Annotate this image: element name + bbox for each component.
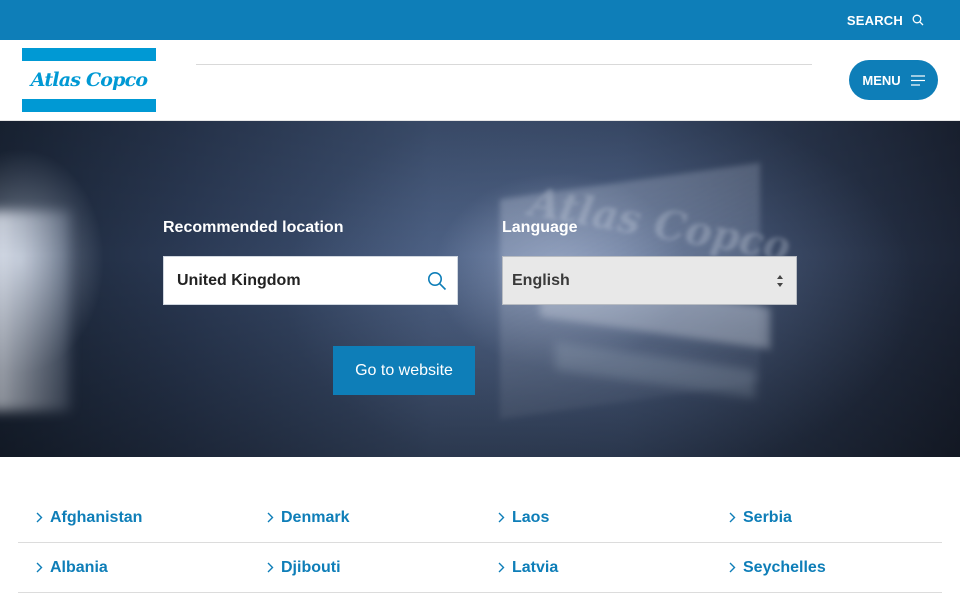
country-link-serbia[interactable]: Serbia <box>711 493 942 543</box>
country-link-afghanistan[interactable]: Afghanistan <box>18 493 249 543</box>
header-divider <box>196 64 812 65</box>
country-link-albania[interactable]: Albania <box>18 543 249 593</box>
chevron-right-icon <box>498 512 505 523</box>
location-field[interactable] <box>163 256 458 305</box>
chevron-right-icon <box>267 562 274 573</box>
country-name: Seychelles <box>743 558 826 576</box>
chevron-right-icon <box>729 512 736 523</box>
country-link-djibouti[interactable]: Djibouti <box>249 543 480 593</box>
chevron-right-icon <box>36 512 43 523</box>
location-hero: Atlas Copco Recommended location Languag… <box>0 121 960 457</box>
country-link-denmark[interactable]: Denmark <box>249 493 480 543</box>
location-input[interactable] <box>164 257 419 304</box>
chevron-right-icon <box>498 562 505 573</box>
country-name: Latvia <box>512 558 559 576</box>
logo-wordmark: Atlas Copco <box>30 69 148 91</box>
select-arrows-icon <box>777 275 783 287</box>
menu-label: MENU <box>862 72 901 88</box>
language-selected-value: English <box>512 272 570 289</box>
country-name: Albania <box>50 558 108 576</box>
country-link-laos[interactable]: Laos <box>480 493 711 543</box>
chevron-right-icon <box>267 512 274 523</box>
recommended-location-label: Recommended location <box>163 219 344 236</box>
search-label: SEARCH <box>846 12 903 28</box>
search-link[interactable]: SEARCH <box>847 0 924 40</box>
country-column: Afghanistan Albania <box>18 493 249 593</box>
country-name: Djibouti <box>281 558 341 576</box>
country-list: Afghanistan Albania Denmark Djibouti Lao… <box>0 457 960 600</box>
go-to-website-button[interactable]: Go to website <box>333 346 475 395</box>
country-link-latvia[interactable]: Latvia <box>480 543 711 593</box>
country-name: Serbia <box>743 508 792 526</box>
country-name: Afghanistan <box>50 508 143 526</box>
country-name: Laos <box>512 508 550 526</box>
search-icon <box>912 14 924 26</box>
country-column: Denmark Djibouti <box>249 493 480 593</box>
country-name: Denmark <box>281 508 350 526</box>
menu-button[interactable]: MENU <box>849 60 938 100</box>
site-header: Atlas Copco MENU <box>0 40 960 121</box>
atlas-copco-logo[interactable]: Atlas Copco <box>22 48 156 112</box>
top-bar: SEARCH <box>0 0 960 40</box>
search-icon[interactable] <box>427 271 447 291</box>
chevron-right-icon <box>729 562 736 573</box>
chevron-right-icon <box>36 562 43 573</box>
hamburger-icon <box>910 74 925 86</box>
country-link-seychelles[interactable]: Seychelles <box>711 543 942 593</box>
country-column: Laos Latvia <box>480 493 711 593</box>
country-column: Serbia Seychelles <box>711 493 942 593</box>
language-label: Language <box>502 219 578 236</box>
language-select[interactable]: English <box>502 256 797 305</box>
